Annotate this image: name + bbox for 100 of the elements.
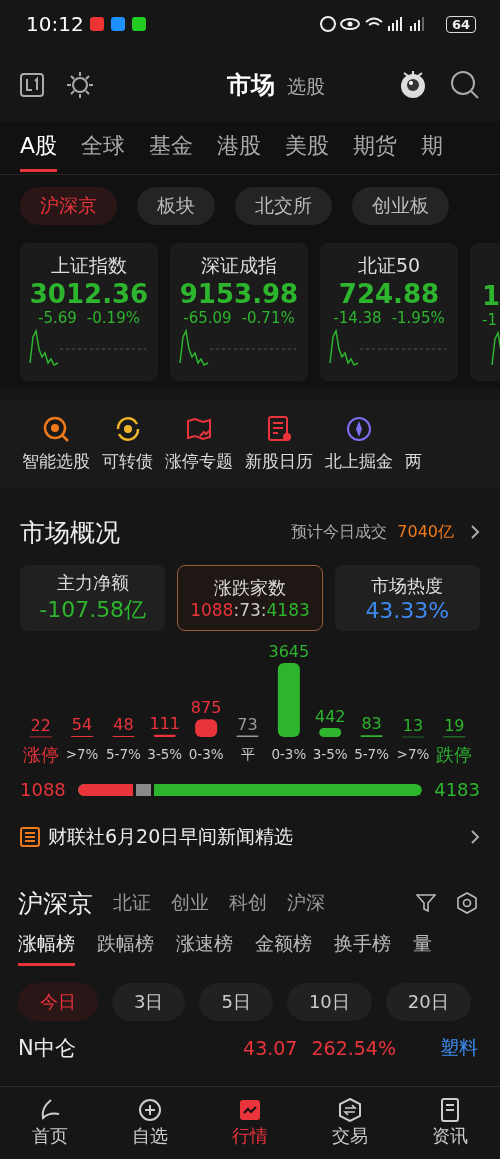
stat-card[interactable]: 主力净额 -107.58亿 [20,565,166,631]
shortcut-button[interactable]: 可转债 [102,415,153,473]
header-tab[interactable]: 市场 [227,69,275,101]
stock-change: 262.54% [311,1037,396,1059]
index-change: -14.38 [333,309,382,327]
ranking-tab[interactable]: 换手榜 [334,931,391,966]
nav-tab[interactable]: 自选 [100,1087,200,1159]
bar [195,719,218,737]
stat-value: 43.33% [365,597,450,623]
category-label: >7% [396,746,430,762]
search-icon[interactable] [450,70,480,100]
chevron-right-icon[interactable] [470,524,480,540]
chart-icon [237,1098,263,1122]
brightness-icon[interactable] [66,71,94,99]
battery-level: 64 [445,15,476,33]
index-name: 北证50 [357,253,421,278]
status-time: 10:12 [26,12,84,36]
region-chip[interactable]: 沪深京 [20,187,117,225]
map-icon [186,415,212,442]
list-icon [20,827,40,847]
shortcut-button[interactable]: 新股日历 [245,415,313,473]
filter-icon[interactable] [416,893,436,913]
nav-tab[interactable]: 资讯 [400,1087,500,1159]
bar-value-label: 111 [149,713,181,733]
market-filter-tab[interactable]: 沪深 [287,890,325,916]
category-label: 平 [240,746,255,762]
stat-card[interactable]: 市场热度 43.33% [334,565,480,631]
nav-tab[interactable]: 交易 [300,1087,400,1159]
bar-value-label: 48 [113,715,134,735]
region-chip[interactable]: 板块 [137,187,215,225]
index-change-percent: -0.71% [241,309,295,327]
category-label: 3-5% [312,746,348,762]
market-tab[interactable]: 美股 [285,124,330,172]
mascot-icon[interactable] [398,69,428,101]
index-change: -65.09 [183,309,232,327]
settings-icon[interactable] [456,892,478,914]
ranking-tab[interactable]: 量 [413,931,432,966]
market-filter-tab[interactable]: 科创 [229,890,267,916]
market-filter-tab[interactable]: 创业 [171,890,209,916]
bar-value-label: 875 [190,698,222,718]
ranking-tab[interactable]: 金额榜 [255,931,312,966]
nav-tab[interactable]: 行情 [200,1087,300,1159]
sector-tag[interactable]: 塑料 [440,1035,478,1061]
section-title: 市场概况 [20,516,120,549]
market-filter-tab[interactable]: 沪深京 [18,886,93,920]
turnover-value: 7040亿 [397,521,454,543]
category-label: 涨停 [22,744,59,765]
stat-card[interactable]: 涨跌家数 1088:73:4183 [177,565,323,631]
shortcut-button[interactable]: 两 [405,415,422,473]
region-chip[interactable]: 北交所 [235,187,332,225]
index-change: -5.69 [38,309,77,327]
bar [153,734,176,737]
header-tab[interactable]: 选股 [287,74,325,100]
bar-value-label: 13 [402,715,424,735]
period-chip[interactable]: 20日 [385,983,471,1021]
market-tab[interactable]: A股 [20,124,58,172]
index-card[interactable]: 深证成指 9153.98 -65.09 -0.71% [170,243,308,381]
chevron-right-icon[interactable] [470,829,480,845]
index-value: 724.88 [338,279,440,309]
ranking-tab[interactable]: 跌幅榜 [97,931,154,966]
index-name: 上证指数 [51,253,127,278]
market-filter-tab[interactable]: 北证 [113,890,151,916]
bar-value-label: 83 [361,714,382,734]
index-card[interactable]: 上证指数 3012.36 -5.69 -0.19% [20,243,158,381]
index-card[interactable]: 1 -1 [470,243,500,381]
market-tab[interactable]: 期 [421,124,444,172]
ranking-tab[interactable]: 涨速榜 [176,931,233,966]
turnover-label: 预计今日成交 [291,521,388,543]
index-change-percent: -0.19% [86,309,140,327]
index-value: 3012.36 [29,279,149,309]
period-chip[interactable]: 3日 [112,983,186,1021]
ranking-tab[interactable]: 涨幅榜 [18,931,75,966]
index-change-percent: -1.95% [391,309,445,327]
stat-value: -107.58亿 [39,596,147,624]
market-tab[interactable]: 港股 [217,124,262,172]
market-tab[interactable]: 基金 [149,124,194,172]
index-value: 1 [482,281,500,311]
nav-tab[interactable]: 首页 [0,1087,100,1159]
period-chip[interactable]: 10日 [286,983,372,1021]
index-card[interactable]: 北证50 724.88 -14.38 -1.95% [320,243,458,381]
market-tab[interactable]: 全球 [81,124,126,172]
stock-name[interactable]: N中仑 [18,1034,76,1062]
stat-label: 市场热度 [371,573,444,598]
shortcut-button[interactable]: 涨停专题 [165,415,233,473]
stat-label: 主力净额 [56,571,129,595]
period-chip[interactable]: 今日 [18,983,98,1021]
index-name: 深证成指 [201,253,277,278]
bar-value-label: 22 [30,715,51,735]
level-icon[interactable] [20,73,44,97]
category-label: >7% [65,746,99,762]
region-chip[interactable]: 创业板 [352,187,449,225]
shortcut-button[interactable]: 北上掘金 [325,415,393,473]
shortcut-button[interactable]: 智能选股 [22,415,90,473]
market-tab[interactable]: 期货 [353,124,398,172]
add-icon [137,1098,163,1122]
bar-value-label: 73 [237,714,258,734]
fall-count: 4183 [434,779,480,800]
stock-price: 43.07 [243,1037,298,1059]
period-chip[interactable]: 5日 [199,983,273,1021]
news-headline[interactable]: 财联社6月20日早间新闻精选 [48,824,294,850]
